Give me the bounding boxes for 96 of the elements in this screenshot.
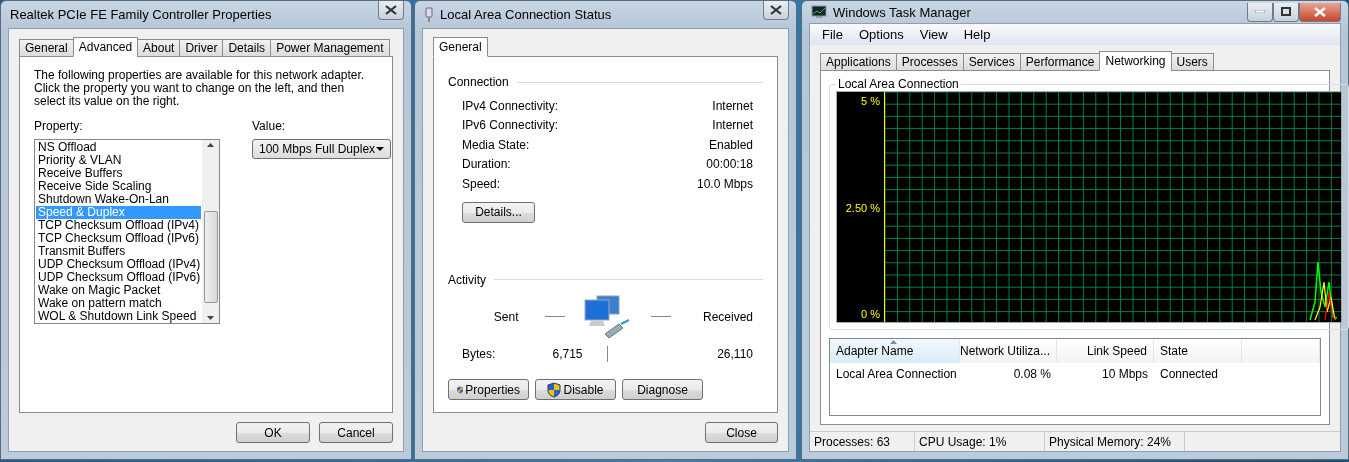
group-heading: Activity	[448, 272, 486, 287]
property-label: Property:	[34, 119, 84, 133]
tab[interactable]: Processes	[895, 53, 964, 71]
scrollbar[interactable]	[202, 140, 219, 323]
close-button[interactable]	[1299, 2, 1341, 22]
value-label: Value:	[252, 119, 287, 133]
status-text: Physical Memory: 24%	[1045, 432, 1185, 451]
axis-label: 2.50 %	[845, 201, 880, 214]
axis-label: 5 %	[861, 95, 880, 107]
cancel-button[interactable]: Cancel	[319, 422, 393, 443]
network-computers-icon	[582, 293, 631, 340]
field-value: Enabled	[708, 137, 753, 152]
property-item[interactable]: Receive Buffers	[36, 167, 201, 180]
property-item[interactable]: Receive Side Scaling	[36, 180, 201, 193]
shield-button[interactable]: Properties	[448, 379, 529, 400]
description-text: The following properties are available for this network adapter. Click the property you want to change on the left, and then select its value on the right.	[34, 69, 366, 108]
property-item[interactable]: Transmit Buffers	[36, 245, 201, 258]
column-header[interactable]: Network Utiliza...	[960, 339, 1057, 363]
table-cell-text: 0.08 %	[1012, 366, 1052, 383]
maximize-button[interactable]	[1273, 2, 1299, 22]
tab[interactable]: About	[137, 39, 181, 57]
field-label: Media State:	[462, 137, 530, 152]
dropdown-arrow-icon	[376, 147, 384, 151]
tab[interactable]: Applications	[820, 53, 897, 71]
shield-button[interactable]: Disable	[535, 379, 616, 400]
menu-item[interactable]: View	[911, 26, 956, 43]
property-item[interactable]: UDP Checksum Offload (IPv4)	[36, 258, 201, 271]
tab[interactable]: Advanced	[72, 37, 139, 57]
sort-icon	[890, 340, 897, 344]
property-item[interactable]: NS Offload	[36, 141, 201, 154]
value-dropdown[interactable]: 100 Mbps Full Duplex	[252, 139, 391, 159]
shield-icon	[547, 381, 562, 398]
property-item[interactable]: TCP Checksum Offload (IPv4)	[36, 219, 201, 232]
tab[interactable]: Details	[222, 39, 272, 57]
menu-item[interactable]: Help	[955, 26, 999, 43]
window-title: Realtek PCIe FE Family Controller Properties	[10, 7, 273, 22]
details-button[interactable]: Details...	[462, 201, 535, 223]
field-label: IPv4 Connectivity:	[462, 98, 559, 113]
close-button[interactable]	[763, 1, 789, 20]
minimize-button[interactable]	[1247, 2, 1273, 22]
menu-item[interactable]: File	[814, 26, 851, 43]
minimize-icon	[1255, 10, 1265, 13]
task-manager-icon	[811, 5, 827, 19]
window-title: Windows Task Manager	[833, 4, 972, 20]
property-item[interactable]: WOL & Shutdown Link Speed	[36, 310, 201, 323]
diagnose-button[interactable]: Diagnose	[622, 379, 703, 400]
property-item[interactable]: UDP Checksum Offload (IPv6)	[36, 271, 201, 284]
received-label: Received	[702, 309, 753, 324]
tab[interactable]: Networking	[1099, 51, 1172, 71]
column-header[interactable]: Link Speed	[1057, 339, 1154, 363]
axis-label: 0 %	[861, 308, 880, 320]
tab[interactable]: Power Management	[270, 39, 390, 57]
graph-title: Local Area Connection	[837, 77, 960, 91]
close-icon	[1314, 6, 1326, 17]
column-header[interactable]: State	[1154, 339, 1242, 363]
status-text: Processes: 63	[810, 432, 915, 451]
property-item[interactable]: Shutdown Wake-On-Lan	[36, 193, 201, 206]
property-item[interactable]: Wake on Magic Packet	[36, 284, 201, 297]
close-icon	[385, 5, 397, 15]
property-item[interactable]: Wake on pattern match	[36, 297, 201, 310]
close-button[interactable]: Close	[705, 422, 778, 443]
close-button[interactable]	[378, 1, 404, 20]
status-text: CPU Usage: 1%	[915, 432, 1045, 451]
tab[interactable]: Driver	[179, 39, 224, 57]
table-cell-text: Connected	[1159, 366, 1220, 383]
menu-item[interactable]: Options	[850, 26, 912, 43]
property-item[interactable]: TCP Checksum Offload (IPv6)	[36, 232, 201, 245]
tab[interactable]: Services	[962, 53, 1021, 71]
tab[interactable]: Users	[1170, 53, 1214, 71]
scroll-up-icon[interactable]	[207, 143, 214, 147]
close-icon	[770, 5, 782, 15]
network-icon	[424, 6, 434, 23]
tab[interactable]: Performance	[1019, 53, 1101, 71]
field-label: Duration:	[462, 157, 511, 172]
tab[interactable]: General	[19, 39, 74, 57]
field-value: Internet	[712, 98, 753, 113]
maximize-icon	[1281, 7, 1291, 16]
bytes-label: Bytes:	[462, 346, 496, 361]
window-title: Local Area Connection Status	[440, 7, 613, 22]
table-cell-text: Local Area Connection	[835, 366, 958, 383]
field-value: 10.0 Mbps	[696, 176, 753, 191]
tab[interactable]: General	[433, 37, 488, 57]
ok-button[interactable]: OK	[236, 422, 310, 443]
group-heading: Connection	[448, 75, 509, 89]
field-value: 00:00:18	[706, 157, 753, 172]
sent-label: Sent	[493, 309, 519, 324]
field-label: IPv6 Connectivity:	[462, 118, 559, 133]
field-value: Internet	[712, 118, 753, 133]
bytes-received: 26,110	[717, 346, 753, 361]
table-cell-text: 10 Mbps	[1100, 366, 1149, 383]
bytes-sent: 6,715	[552, 346, 583, 361]
property-item[interactable]: Priority & VLAN	[36, 154, 201, 167]
scroll-down-icon[interactable]	[207, 316, 214, 320]
column-header[interactable]: Adapter Name	[830, 339, 960, 363]
field-label: Speed:	[462, 176, 501, 191]
property-list[interactable]	[34, 139, 220, 324]
